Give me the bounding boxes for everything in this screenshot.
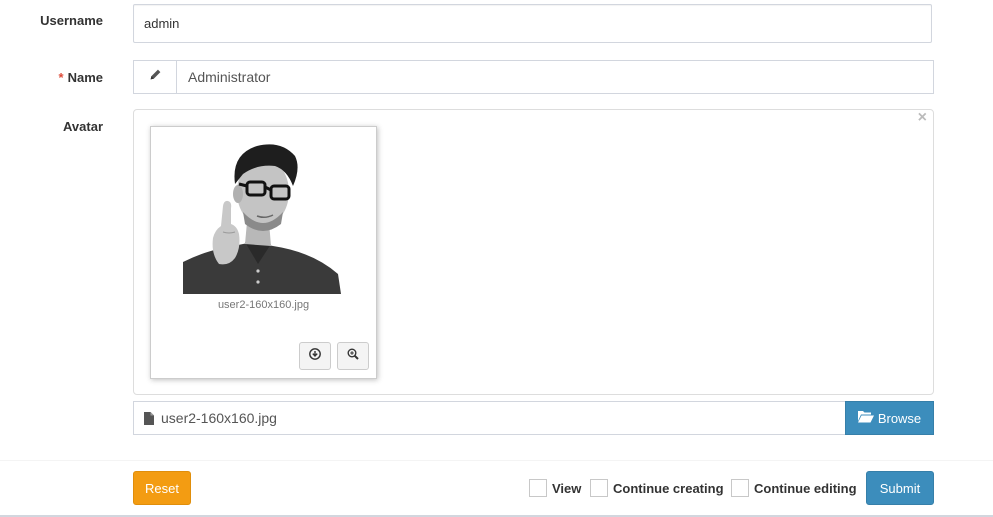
download-icon — [309, 347, 321, 365]
edit-user-form: Username admin * Name Administrator Avata… — [0, 0, 993, 517]
view-checkbox-box[interactable] — [529, 479, 547, 497]
file-caption-name: user2-160x160.jpg — [161, 410, 277, 426]
file-icon — [144, 411, 154, 425]
continue-creating-checkbox-box[interactable] — [590, 479, 608, 497]
file-thumbnail: user2-160x160.jpg — [150, 126, 377, 379]
pencil-icon — [149, 68, 162, 86]
name-addon — [134, 61, 177, 93]
folder-open-icon — [857, 410, 874, 426]
name-value: Administrator — [188, 69, 271, 85]
username-label: Username — [40, 13, 103, 28]
name-input-group: Administrator — [133, 60, 934, 94]
zoom-in-icon — [347, 347, 359, 365]
avatar-image — [183, 134, 343, 294]
continue-editing-checkbox-box[interactable] — [731, 479, 749, 497]
zoom-button[interactable] — [337, 342, 369, 370]
continue-creating-checkbox[interactable]: Continue creating — [590, 479, 724, 497]
name-label-text: Name — [67, 70, 103, 85]
username-value: admin — [144, 16, 180, 31]
required-mark: * — [58, 70, 64, 85]
avatar-label: Avatar — [63, 119, 103, 134]
view-checkbox-label: View — [552, 480, 582, 496]
footer-divider — [0, 460, 993, 461]
browse-label: Browse — [877, 410, 922, 426]
continue-editing-label: Continue editing — [754, 480, 857, 496]
continue-creating-label: Continue creating — [613, 480, 724, 496]
download-button[interactable] — [299, 342, 331, 370]
name-label: * Name — [59, 70, 103, 85]
browse-button[interactable]: Browse — [845, 401, 934, 435]
file-caption-field[interactable]: user2-160x160.jpg — [133, 401, 846, 435]
continue-editing-checkbox[interactable]: Continue editing — [731, 479, 857, 497]
view-checkbox[interactable]: View — [529, 479, 581, 497]
reset-button[interactable]: Reset — [133, 471, 191, 505]
username-field[interactable]: admin — [133, 4, 932, 43]
thumbnail-caption: user2-160x160.jpg — [217, 299, 310, 311]
close-icon[interactable]: × — [918, 110, 927, 126]
file-preview: × user2-160x160.jpg — [133, 109, 934, 395]
submit-button[interactable]: Submit — [866, 471, 934, 505]
name-field[interactable]: Administrator — [177, 61, 933, 93]
